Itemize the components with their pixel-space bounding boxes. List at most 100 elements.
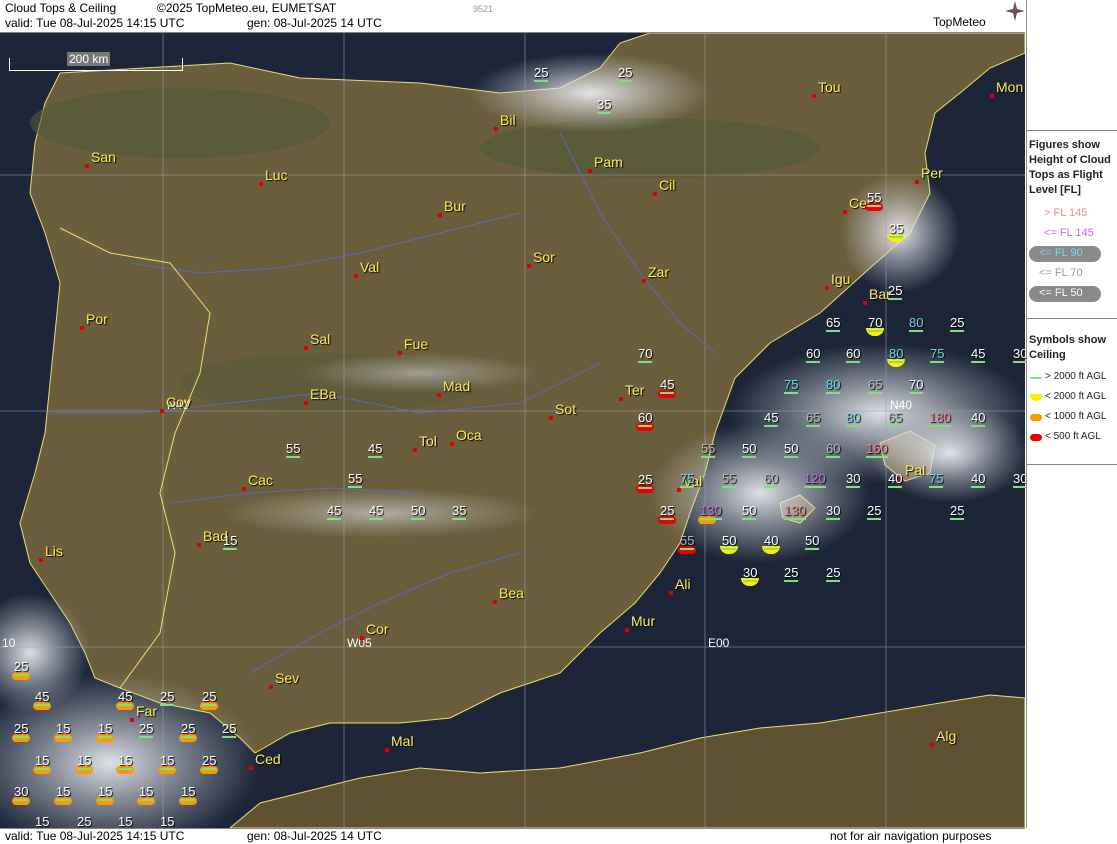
cloud-top-figure: 25: [867, 503, 882, 520]
cantabrian-shading: [30, 88, 330, 158]
cloud-top-figure: 65: [888, 410, 903, 427]
city-marker: [437, 393, 441, 397]
city-marker: [398, 351, 402, 355]
cloud-top-figure: 25: [202, 753, 217, 770]
cloud-top-figure: 130: [700, 503, 722, 520]
cloud-top-figure: 75: [929, 471, 944, 488]
legend-panel: Figures show Height of Cloud Tops as Fli…: [1026, 0, 1117, 828]
city-label: Ced: [255, 751, 281, 767]
cloud-top-figure: 60: [764, 471, 779, 488]
city-marker: [85, 164, 89, 168]
city-label: Zar: [648, 264, 669, 280]
cloud-top-figure: 50: [411, 503, 426, 520]
cloud-top-figure: 30: [14, 784, 29, 801]
cloud-top-figure: 55: [867, 190, 882, 207]
city-label: Ali: [675, 576, 691, 592]
cloud-top-figure: 15: [160, 814, 175, 831]
footer-disclaimer: not for air navigation purposes: [830, 829, 992, 843]
cloud-top-figure: 60: [638, 410, 653, 427]
compass-star-icon: [1005, 1, 1025, 21]
cloud-top-figure: 25: [826, 565, 841, 582]
city-marker: [825, 286, 829, 290]
city-label: Mal: [391, 733, 414, 749]
city-marker: [242, 487, 246, 491]
cloud-top-figure: 65: [806, 410, 821, 427]
city-marker: [930, 743, 934, 747]
legend-item-label: <= FL 70: [1039, 267, 1083, 279]
city-label: San: [91, 149, 116, 165]
cloud-top-figure: 120: [804, 471, 826, 488]
cloud-top-figure: 75: [680, 471, 695, 488]
ceiling-item-label: < 1000 ft AGL: [1045, 411, 1107, 422]
generated-time: gen: 08-Jul-2025 14 UTC: [247, 16, 382, 30]
cloud-top-figure: 80: [846, 410, 861, 427]
city-label: Far: [136, 703, 157, 719]
city-label: EBa: [310, 386, 337, 402]
city-label: Mur: [631, 613, 656, 629]
footer-bar: valid: Tue 08-Jul-2025 14:15 UTC gen: 08…: [0, 828, 1025, 844]
cloud-top-figure: 15: [181, 784, 196, 801]
grid-label-e00: E00: [708, 636, 730, 650]
cloud-top-figure: 15: [56, 784, 71, 801]
city-marker: [304, 401, 308, 405]
city-label: Igu: [831, 271, 851, 287]
cloud-top-figure: 50: [805, 533, 820, 550]
ceiling-swatch: [1030, 434, 1042, 441]
city-marker: [915, 180, 919, 184]
ceiling-title: Symbols show Ceiling: [1029, 334, 1107, 361]
cloud-top-figure: 45: [764, 410, 779, 427]
ceiling-swatch: [1030, 377, 1042, 379]
city-label: Lis: [45, 543, 63, 559]
city-marker: [625, 628, 629, 632]
cloud-top-figure: 45: [971, 346, 986, 363]
city-label: Cor: [366, 621, 389, 637]
valid-time: valid: Tue 08-Jul-2025 14:15 UTC: [5, 16, 185, 30]
cloud-top-figure: 30: [826, 503, 841, 520]
cloud-top-figure: 50: [742, 503, 757, 520]
cloud-top-figure: 80: [889, 346, 904, 363]
cloud-top-figure: 25: [139, 721, 154, 738]
cloud-top-figure: 45: [660, 377, 675, 394]
cloud-top-figure: 25: [14, 721, 29, 738]
cloud-top-figure: 15: [35, 814, 50, 831]
city-label: Mon: [996, 79, 1024, 95]
city-marker: [493, 600, 497, 604]
city-label: Por: [86, 311, 108, 327]
cloud-top-figure: 55: [701, 441, 716, 458]
grid-label-w10: 10: [2, 636, 16, 650]
city-label: Sor: [533, 249, 555, 265]
city-marker: [269, 685, 273, 689]
cloud-top-figure: 25: [660, 503, 675, 520]
cloud-top-figure: 40: [971, 471, 986, 488]
ceiling-swatch: [1030, 414, 1042, 421]
cloud-top-figure: 15: [118, 814, 133, 831]
city-marker: [360, 636, 364, 640]
legend-divider-3: [1027, 464, 1117, 465]
cloud-top-figure: 65: [868, 377, 883, 394]
cloud-top-figure: 25: [181, 721, 196, 738]
city-marker: [354, 274, 358, 278]
legend-divider-2: [1027, 318, 1117, 319]
cloud-top-figure: 15: [139, 784, 154, 801]
cloud-top-figure: 25: [14, 659, 29, 676]
city-marker: [249, 766, 253, 770]
cloud-top-figure: 15: [35, 753, 50, 770]
city-label: Sev: [275, 670, 300, 686]
city-marker: [642, 279, 646, 283]
cloud-top-figure: 45: [369, 503, 384, 520]
scale-bar-label: 200 km: [67, 52, 111, 66]
legend-item-label: <= FL 50: [1039, 287, 1083, 299]
cloud-top-figure: 35: [597, 97, 612, 114]
city-label: Ter: [625, 382, 645, 398]
city-label: Cac: [248, 472, 273, 488]
ceiling-item-label: > 2000 ft AGL: [1045, 371, 1107, 382]
cloud-top-figure: 70: [868, 315, 883, 332]
cloud-top-figure: 25: [160, 689, 175, 706]
cloud-top-figure: 160: [866, 441, 888, 458]
city-marker: [130, 718, 134, 722]
city-marker: [450, 442, 454, 446]
cloud-top-figure: 15: [160, 753, 175, 770]
city-label: Oca: [456, 427, 482, 443]
city-label: Tol: [419, 433, 437, 449]
city-label: Bil: [500, 112, 516, 128]
